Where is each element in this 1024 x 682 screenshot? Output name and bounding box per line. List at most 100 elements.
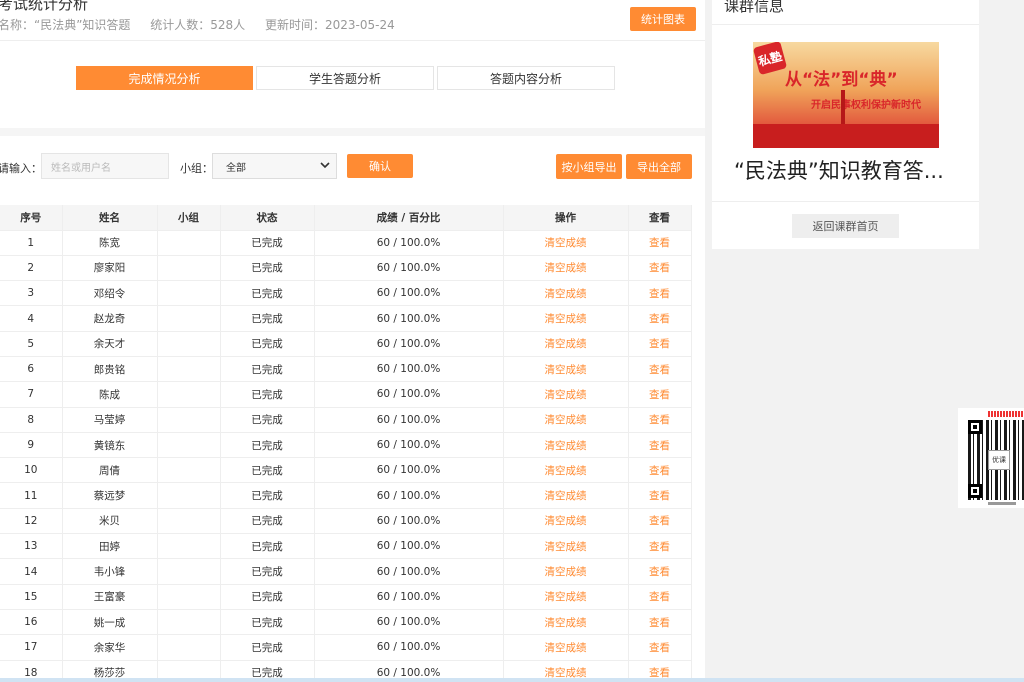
group-select-value: 全部 [226, 162, 246, 174]
clear-score-link[interactable]: 清空成绩 [503, 432, 629, 459]
view-link[interactable]: 查看 [628, 407, 692, 433]
cell-status: 已完成 [220, 356, 315, 383]
view-link[interactable]: 查看 [628, 305, 692, 332]
cell-name: 赵龙奇 [62, 305, 158, 332]
cell-name: 廖家阳 [62, 255, 158, 282]
cell-no: 5 [0, 331, 63, 357]
clear-score-link[interactable]: 清空成绩 [503, 255, 629, 282]
view-link[interactable]: 查看 [628, 609, 692, 636]
exam-name: 名称：“民法典”知识答题 [0, 18, 131, 32]
view-link[interactable]: 查看 [628, 558, 692, 585]
chart-button[interactable]: 统计图表 [630, 7, 696, 31]
cell-status: 已完成 [220, 508, 315, 535]
clear-score-link[interactable]: 清空成绩 [503, 482, 629, 509]
clear-score-link[interactable]: 清空成绩 [503, 508, 629, 535]
search-input[interactable]: 姓名或用户名 [41, 153, 169, 179]
taskbar-edge [0, 678, 1024, 682]
cell-group [157, 584, 221, 610]
clear-score-link[interactable]: 清空成绩 [503, 280, 629, 307]
view-link[interactable]: 查看 [628, 331, 692, 357]
table-row: 10 周倩 已完成 60 / 100.0% 清空成绩 查看 [0, 457, 692, 484]
cell-group [157, 558, 221, 585]
clear-score-link[interactable]: 清空成绩 [503, 634, 629, 661]
cell-score: 60 / 100.0% [314, 255, 504, 282]
export-all-button[interactable]: 导出全部 [626, 154, 692, 179]
cell-no: 6 [0, 356, 63, 383]
table-body: 1 陈宽 已完成 60 / 100.0% 清空成绩 查看 2 廖家阳 已完成 60 / 100.0… [0, 230, 692, 682]
cell-no: 3 [0, 280, 63, 307]
export-by-group-button[interactable]: 按小组导出 [556, 154, 622, 179]
cell-no: 4 [0, 305, 63, 332]
view-link[interactable]: 查看 [628, 634, 692, 661]
col-score: 成绩 / 百分比 [314, 205, 504, 231]
qr-footer [988, 502, 1016, 505]
cell-no: 17 [0, 634, 63, 661]
cell-name: 黄镜东 [62, 432, 158, 459]
page-title: 考试统计分析 [0, 0, 89, 13]
view-link[interactable]: 查看 [628, 482, 692, 509]
table-row: 17 余家华 已完成 60 / 100.0% 清空成绩 查看 [0, 634, 692, 661]
cell-status: 已完成 [220, 609, 315, 636]
cell-score: 60 / 100.0% [314, 609, 504, 636]
table-row: 12 米贝 已完成 60 / 100.0% 清空成绩 查看 [0, 508, 692, 535]
clear-score-link[interactable]: 清空成绩 [503, 533, 629, 560]
participant-count: 统计人数：528人 [150, 18, 246, 32]
tab-completion[interactable]: 完成情况分析 [76, 66, 253, 90]
view-link[interactable]: 查看 [628, 432, 692, 459]
cell-score: 60 / 100.0% [314, 356, 504, 383]
tab-answer-content[interactable]: 答题内容分析 [437, 66, 615, 90]
table-row: 9 黄镜东 已完成 60 / 100.0% 清空成绩 查看 [0, 432, 692, 459]
clear-score-link[interactable]: 清空成绩 [503, 356, 629, 383]
cell-no: 16 [0, 609, 63, 636]
clear-score-link[interactable]: 清空成绩 [503, 381, 629, 408]
cell-name: 田婷 [62, 533, 158, 560]
cell-no: 13 [0, 533, 63, 560]
group-select[interactable]: 全部 [212, 153, 337, 179]
view-link[interactable]: 查看 [628, 356, 692, 383]
cell-group [157, 230, 221, 256]
cell-name: 姚一成 [62, 609, 158, 636]
back-to-group-button[interactable]: 返回课群首页 [792, 214, 899, 238]
cell-group [157, 432, 221, 459]
cell-no: 10 [0, 457, 63, 484]
side-divider-2 [712, 201, 979, 202]
clear-score-link[interactable]: 清空成绩 [503, 305, 629, 332]
cell-no: 8 [0, 407, 63, 433]
clear-score-link[interactable]: 清空成绩 [503, 457, 629, 484]
view-link[interactable]: 查看 [628, 280, 692, 307]
view-link[interactable]: 查看 [628, 230, 692, 256]
view-link[interactable]: 查看 [628, 584, 692, 610]
qr-finder [968, 420, 982, 434]
cell-no: 9 [0, 432, 63, 459]
clear-score-link[interactable]: 清空成绩 [503, 558, 629, 585]
cell-status: 已完成 [220, 407, 315, 433]
clear-score-link[interactable]: 清空成绩 [503, 331, 629, 357]
course-banner[interactable]: 私塾 从“法”到“典” 开启民事权利保护新时代 [753, 42, 939, 148]
chevron-down-icon [320, 160, 330, 173]
cell-name: 邓绍令 [62, 280, 158, 307]
cell-status: 已完成 [220, 280, 315, 307]
cell-group [157, 508, 221, 535]
view-link[interactable]: 查看 [628, 381, 692, 408]
clear-score-link[interactable]: 清空成绩 [503, 230, 629, 256]
cell-score: 60 / 100.0% [314, 331, 504, 357]
cell-score: 60 / 100.0% [314, 584, 504, 610]
view-link[interactable]: 查看 [628, 508, 692, 535]
cell-score: 60 / 100.0% [314, 482, 504, 509]
view-link[interactable]: 查看 [628, 533, 692, 560]
clear-score-link[interactable]: 清空成绩 [503, 407, 629, 433]
cell-status: 已完成 [220, 432, 315, 459]
cell-name: 郎贵铭 [62, 356, 158, 383]
cell-score: 60 / 100.0% [314, 508, 504, 535]
view-link[interactable]: 查看 [628, 255, 692, 282]
cell-no: 2 [0, 255, 63, 282]
qr-logo: 优课 [988, 450, 1010, 470]
tab-student-answers[interactable]: 学生答题分析 [256, 66, 434, 90]
cell-status: 已完成 [220, 381, 315, 408]
cell-name: 余天才 [62, 331, 158, 357]
clear-score-link[interactable]: 清空成绩 [503, 584, 629, 610]
cell-score: 60 / 100.0% [314, 230, 504, 256]
clear-score-link[interactable]: 清空成绩 [503, 609, 629, 636]
view-link[interactable]: 查看 [628, 457, 692, 484]
confirm-button[interactable]: 确认 [347, 154, 413, 178]
